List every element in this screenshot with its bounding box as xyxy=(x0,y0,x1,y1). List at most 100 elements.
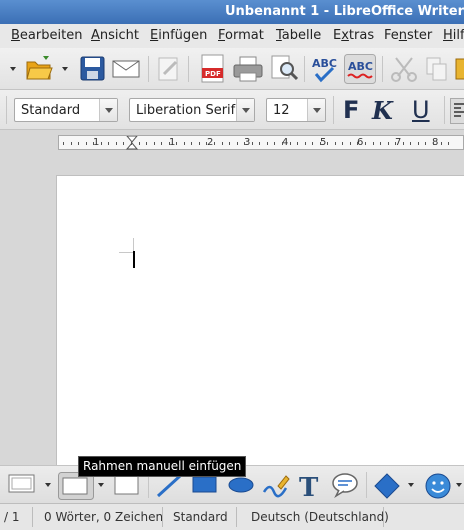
ellipse-tool-icon[interactable] xyxy=(227,476,255,494)
freeform-line-icon[interactable] xyxy=(262,472,290,498)
print-preview-icon[interactable] xyxy=(270,55,298,83)
ruler-tick xyxy=(380,142,382,145)
underline-button[interactable]: U xyxy=(412,96,430,124)
ruler-tick xyxy=(146,142,148,145)
export-pdf-icon[interactable]: PDF xyxy=(200,54,226,84)
text-box-icon[interactable]: T xyxy=(296,472,322,500)
ruler-tick xyxy=(100,142,102,145)
rectangle-tool-icon[interactable] xyxy=(192,476,218,494)
ruler-tick xyxy=(365,142,366,145)
ruler-tick xyxy=(274,142,276,145)
svg-text:ABC: ABC xyxy=(348,60,373,73)
font-name-combo[interactable]: Liberation Serif xyxy=(129,98,255,122)
bold-button[interactable]: F xyxy=(343,96,359,124)
ruler-tick xyxy=(70,142,72,145)
text-boundary-corner xyxy=(133,238,134,252)
page-count[interactable]: / 1 xyxy=(4,510,20,524)
font-size-combo[interactable]: 12 xyxy=(266,98,326,122)
ruler-tick xyxy=(206,142,208,145)
ruler-tick xyxy=(327,142,329,145)
cut-icon[interactable] xyxy=(390,56,418,82)
spellcheck-icon[interactable]: ABC xyxy=(310,54,340,84)
insert-table-icon[interactable] xyxy=(114,474,140,496)
symbol-shapes-dropdown-arrow[interactable] xyxy=(456,483,462,487)
menu-ansicht[interactable]: Ansicht xyxy=(91,28,139,43)
ruler-tick xyxy=(161,142,163,145)
copy-icon[interactable] xyxy=(424,56,450,82)
ruler-tick xyxy=(168,142,170,145)
print-icon[interactable] xyxy=(233,56,263,82)
ruler-tick xyxy=(319,142,321,145)
ruler-tick xyxy=(417,142,419,145)
font-size-dropdown-button[interactable] xyxy=(307,99,325,121)
new-dropdown-arrow[interactable] xyxy=(10,67,16,71)
separator xyxy=(236,507,237,527)
edit-document-icon[interactable] xyxy=(156,56,182,82)
ruler-tick xyxy=(448,142,450,145)
menu-tabelle[interactable]: Tabelle xyxy=(276,28,321,43)
paste-icon[interactable] xyxy=(454,57,464,81)
frame-dropdown-arrow[interactable] xyxy=(45,483,51,487)
horizontal-ruler[interactable]: 1 1 2 3 4 5 6 7 8 xyxy=(58,135,464,150)
paragraph-style-dropdown-button[interactable] xyxy=(99,99,117,121)
svg-text:PDF: PDF xyxy=(205,70,221,78)
basic-shapes-dropdown-arrow[interactable] xyxy=(408,483,414,487)
ruler-tick xyxy=(304,142,306,145)
line-tool-icon[interactable] xyxy=(156,474,182,498)
svg-text:ABC: ABC xyxy=(312,57,337,70)
language[interactable]: Deutsch (Deutschland) xyxy=(251,510,389,524)
paragraph-style-combo[interactable]: Standard xyxy=(14,98,118,122)
menu-extras[interactable]: Extras xyxy=(333,28,374,43)
font-name-dropdown-button[interactable] xyxy=(236,99,254,121)
callout-icon[interactable] xyxy=(331,472,359,498)
basic-shapes-icon[interactable] xyxy=(373,472,401,500)
ruler-label: 2 xyxy=(207,137,214,148)
ruler-tick xyxy=(63,142,64,145)
ruler-label: 4 xyxy=(282,137,289,148)
menu-format[interactable]: Format xyxy=(218,28,264,43)
ruler-tick xyxy=(244,142,246,145)
insert-frame-dropdown-arrow[interactable] xyxy=(98,483,104,487)
menu-einfuegen[interactable]: Einfügen xyxy=(150,28,207,43)
ruler-tick xyxy=(349,142,351,145)
ruler-tick xyxy=(176,142,178,145)
ruler-tick xyxy=(266,142,268,145)
word-count[interactable]: 0 Wörter, 0 Zeichen xyxy=(44,510,163,524)
document-workspace[interactable] xyxy=(0,155,464,471)
page-style[interactable]: Standard xyxy=(173,510,228,524)
text-cursor xyxy=(133,251,135,268)
menu-bearbeiten[interactable]: Bearbeiten xyxy=(11,28,82,43)
ruler-tick xyxy=(93,142,95,145)
ruler-tick xyxy=(198,142,200,145)
italic-button[interactable]: K xyxy=(372,96,393,125)
document-page[interactable] xyxy=(56,175,464,471)
indent-marker-icon[interactable] xyxy=(126,136,138,150)
open-dropdown-arrow[interactable] xyxy=(62,67,68,71)
ruler-tick xyxy=(214,142,215,145)
open-folder-icon[interactable] xyxy=(25,54,55,82)
ruler-tick xyxy=(221,142,223,145)
separator xyxy=(162,507,163,527)
menu-fenster[interactable]: Fenster xyxy=(384,28,432,43)
ruler-tick xyxy=(440,142,442,145)
ruler-tick xyxy=(387,142,389,145)
symbol-shapes-icon[interactable] xyxy=(424,472,452,500)
svg-text:T: T xyxy=(299,473,319,500)
ruler-tick xyxy=(410,142,412,145)
ruler-tick xyxy=(402,142,404,145)
ruler-tick xyxy=(123,142,125,145)
autospellcheck-icon[interactable]: ABC xyxy=(344,54,376,84)
email-icon[interactable] xyxy=(112,59,142,79)
menu-hilfe[interactable]: Hilfe xyxy=(443,28,464,43)
separator xyxy=(444,96,445,124)
tooltip: Rahmen manuell einfügen xyxy=(78,456,247,477)
save-icon[interactable] xyxy=(80,56,106,82)
frame-icon[interactable] xyxy=(8,474,36,494)
ruler-tick xyxy=(432,142,434,145)
ruler-tick xyxy=(229,142,231,145)
ruler-label: 1 xyxy=(169,137,176,148)
align-left-icon[interactable] xyxy=(450,98,464,124)
separator xyxy=(304,56,305,82)
separator xyxy=(333,96,334,124)
toolbar-grip xyxy=(6,96,7,124)
